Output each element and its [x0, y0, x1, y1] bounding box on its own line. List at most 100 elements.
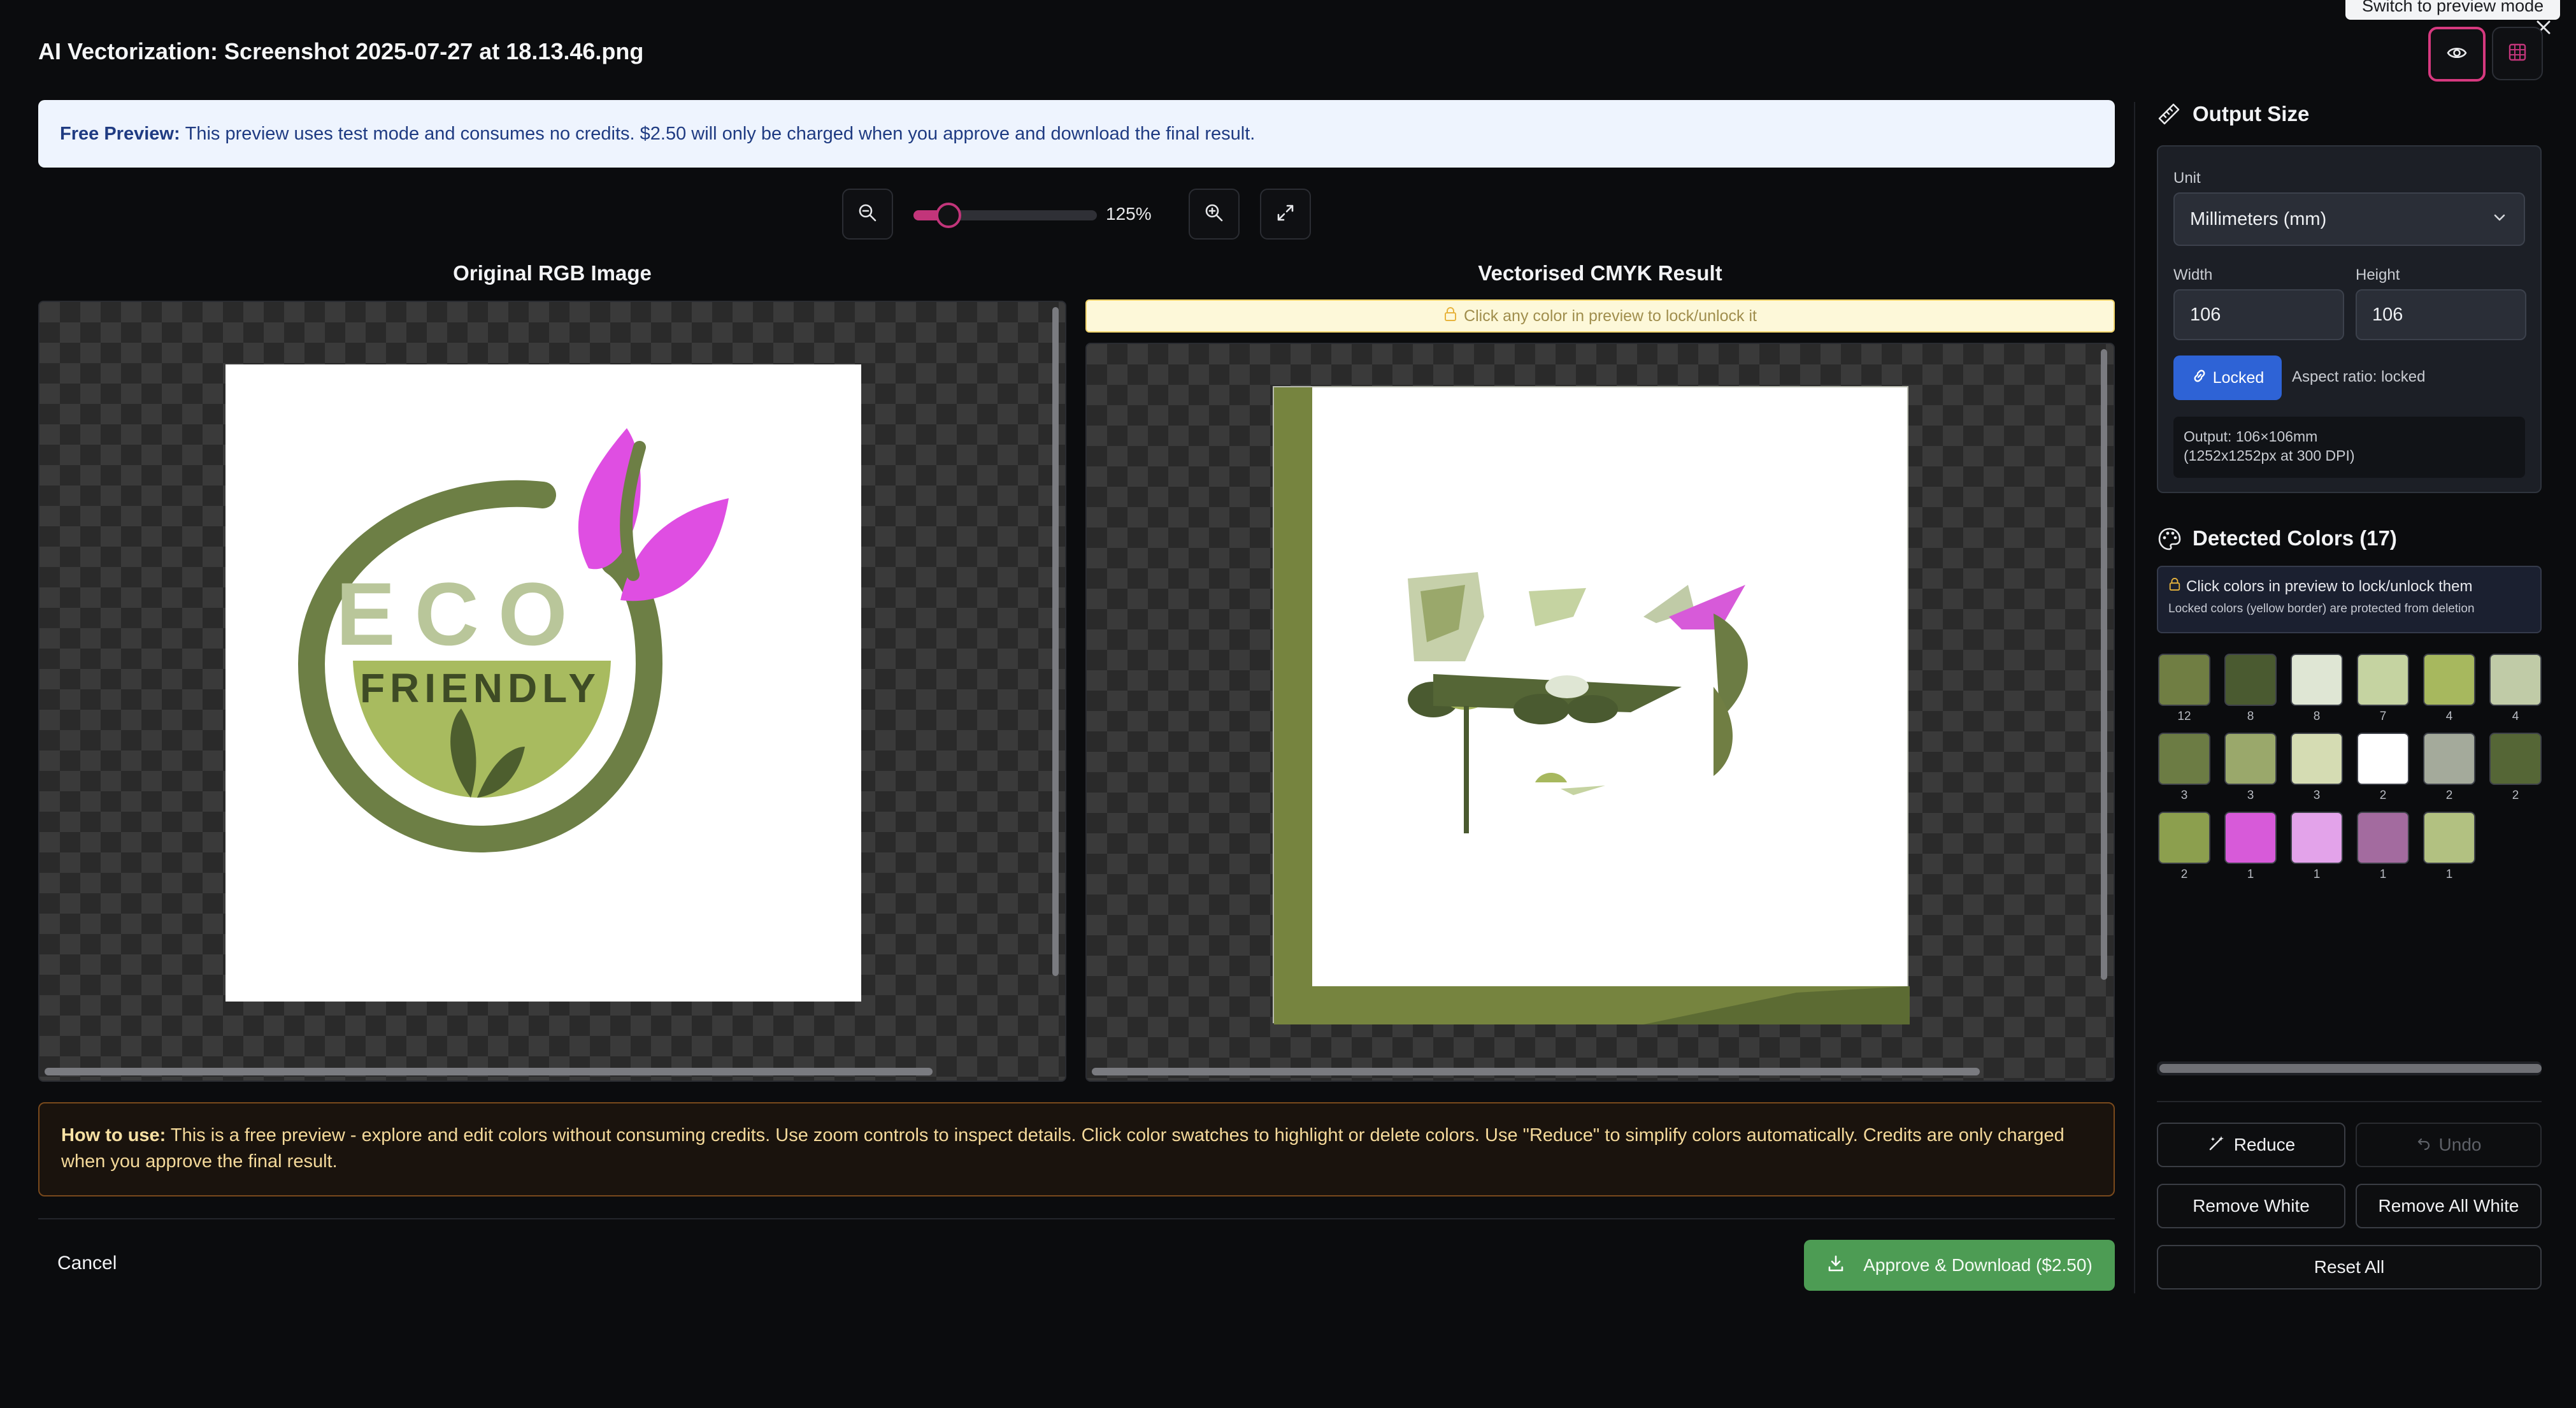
grid-view-button[interactable]	[2492, 27, 2543, 80]
color-swatch[interactable]: 4	[2423, 654, 2475, 724]
actions-divider	[2157, 1101, 2542, 1102]
color-swatch[interactable]: 2	[2489, 733, 2542, 803]
color-swatch-chip[interactable]	[2489, 733, 2542, 785]
color-swatch-count: 2	[2180, 868, 2188, 881]
lock-icon	[2168, 577, 2181, 596]
unit-select[interactable]: Millimeters (mm)	[2173, 192, 2525, 246]
color-swatch-chip[interactable]	[2357, 812, 2409, 864]
logo-eco-text: ECO	[336, 564, 586, 664]
color-swatch[interactable]: 12	[2158, 654, 2210, 724]
logo-friendly-text: FRIENDLY	[360, 665, 601, 711]
color-swatch[interactable]: 2	[2357, 733, 2409, 803]
remove-white-button[interactable]: Remove White	[2157, 1184, 2345, 1228]
preview-mode-tooltip: Switch to preview mode	[2345, 0, 2561, 20]
preview-mode-button[interactable]	[2428, 27, 2486, 82]
color-swatch-count: 8	[2247, 710, 2254, 723]
color-swatch-chip[interactable]	[2158, 733, 2210, 785]
color-swatch[interactable]: 1	[2357, 812, 2409, 882]
color-swatch[interactable]: 8	[2291, 654, 2343, 724]
banner-text: This preview uses test mode and consumes…	[185, 123, 1256, 144]
how-to-use-box: How to use: This is a free preview - exp…	[38, 1102, 2115, 1196]
how-to-use-text: This is a free preview - explore and edi…	[61, 1125, 2064, 1172]
grid-icon	[2507, 42, 2528, 66]
vectorised-result-canvas[interactable]	[1085, 343, 2115, 1082]
vectorised-image	[1273, 386, 1910, 1024]
eco-friendly-logo: ECO FRIENDLY	[297, 428, 729, 853]
zoom-out-button[interactable]	[842, 189, 893, 240]
lock-hint-text: Click any color in preview to lock/unloc…	[1464, 306, 1757, 325]
color-swatch-chip[interactable]	[2423, 812, 2475, 864]
height-label: Height	[2356, 266, 2400, 284]
right-horizontal-scrollbar[interactable]	[1092, 1068, 1980, 1075]
remove-all-white-button[interactable]: Remove All White	[2356, 1184, 2542, 1228]
color-swatch-chip[interactable]	[2291, 654, 2343, 706]
color-swatch-count: 1	[2247, 868, 2254, 881]
color-swatch-count: 3	[2313, 789, 2321, 802]
color-swatch[interactable]: 3	[2224, 733, 2277, 803]
fullscreen-button[interactable]	[1260, 189, 1311, 240]
color-swatch-chip[interactable]	[2423, 654, 2475, 706]
color-swatch[interactable]: 3	[2158, 733, 2210, 803]
color-swatch[interactable]: 3	[2291, 733, 2343, 803]
color-swatch-chip[interactable]	[2357, 733, 2409, 785]
color-swatch-chip[interactable]	[2489, 654, 2542, 706]
color-swatch[interactable]: 2	[2158, 812, 2210, 882]
color-swatch[interactable]: 8	[2224, 654, 2277, 724]
color-swatch[interactable]: 7	[2357, 654, 2409, 724]
color-swatch[interactable]: 2	[2423, 733, 2475, 803]
color-swatch-chip[interactable]	[2291, 733, 2343, 785]
chevron-down-icon	[2489, 208, 2510, 231]
aspect-lock-button[interactable]: Locked	[2173, 356, 2282, 400]
width-input[interactable]: 106	[2173, 289, 2344, 340]
colors-hint-line2: Locked colors (yellow border) are protec…	[2168, 602, 2475, 615]
sidebar-divider	[2134, 102, 2135, 1293]
color-swatch-count: 7	[2379, 710, 2387, 723]
cancel-button[interactable]: Cancel	[57, 1253, 117, 1274]
color-swatch-chip[interactable]	[2158, 812, 2210, 864]
color-swatch-chip[interactable]	[2158, 654, 2210, 706]
height-input[interactable]: 106	[2356, 289, 2526, 340]
reduce-label: Reduce	[2233, 1135, 2296, 1154]
color-swatch-chip[interactable]	[2291, 812, 2343, 864]
expand-icon	[1275, 203, 1296, 226]
approve-download-button[interactable]: Approve & Download ($2.50)	[1804, 1240, 2115, 1291]
original-image-title: Original RGB Image	[453, 261, 652, 285]
color-swatch-chip[interactable]	[2423, 733, 2475, 785]
color-swatch-chip[interactable]	[2224, 654, 2277, 706]
color-swatch-count: 12	[2177, 710, 2191, 723]
color-swatch-count: 8	[2313, 710, 2321, 723]
color-swatch-count: 1	[2313, 868, 2321, 881]
color-swatch[interactable]: 1	[2423, 812, 2475, 882]
color-swatch-chip[interactable]	[2224, 812, 2277, 864]
left-horizontal-scrollbar[interactable]	[45, 1068, 933, 1075]
color-swatch-count: 3	[2180, 789, 2188, 802]
undo-button[interactable]: Undo	[2356, 1123, 2542, 1167]
color-swatch-grid: 12 8 8 7 4 4 3 3 3 2 2 2 2 1 1 1 1	[2158, 654, 2542, 882]
reset-all-button[interactable]: Reset All	[2157, 1245, 2542, 1289]
swatch-horizontal-scrollbar[interactable]	[2159, 1064, 2542, 1073]
color-swatch-chip[interactable]	[2224, 733, 2277, 785]
original-image-canvas[interactable]: ECO FRIENDLY	[38, 301, 1066, 1082]
locked-label: Locked	[2212, 368, 2265, 387]
output-info-box: Output: 106×106mm (1252x1252px at 300 DP…	[2173, 417, 2525, 478]
color-swatch-count: 2	[2445, 789, 2453, 802]
how-to-use-label: How to use:	[61, 1125, 166, 1146]
reduce-button[interactable]: Reduce	[2157, 1123, 2345, 1167]
color-swatch-chip[interactable]	[2357, 654, 2409, 706]
left-vertical-scrollbar[interactable]	[1052, 307, 1059, 976]
footer-divider	[38, 1218, 2115, 1219]
zoom-slider-thumb[interactable]	[936, 203, 961, 228]
ruler-icon	[2156, 101, 2182, 131]
color-swatch-count: 1	[2445, 868, 2453, 881]
aspect-ratio-status: Aspect ratio: locked	[2292, 368, 2426, 385]
zoom-in-button[interactable]	[1189, 189, 1240, 240]
color-swatch[interactable]: 1	[2224, 812, 2277, 882]
color-swatch[interactable]: 4	[2489, 654, 2542, 724]
zoom-out-icon	[857, 202, 878, 227]
color-swatch[interactable]: 1	[2291, 812, 2343, 882]
color-swatch-count: 4	[2512, 710, 2519, 723]
unit-label: Unit	[2173, 169, 2201, 187]
right-vertical-scrollbar[interactable]	[2101, 349, 2107, 980]
magic-wand-icon	[2207, 1133, 2226, 1157]
undo-icon	[2416, 1135, 2431, 1155]
